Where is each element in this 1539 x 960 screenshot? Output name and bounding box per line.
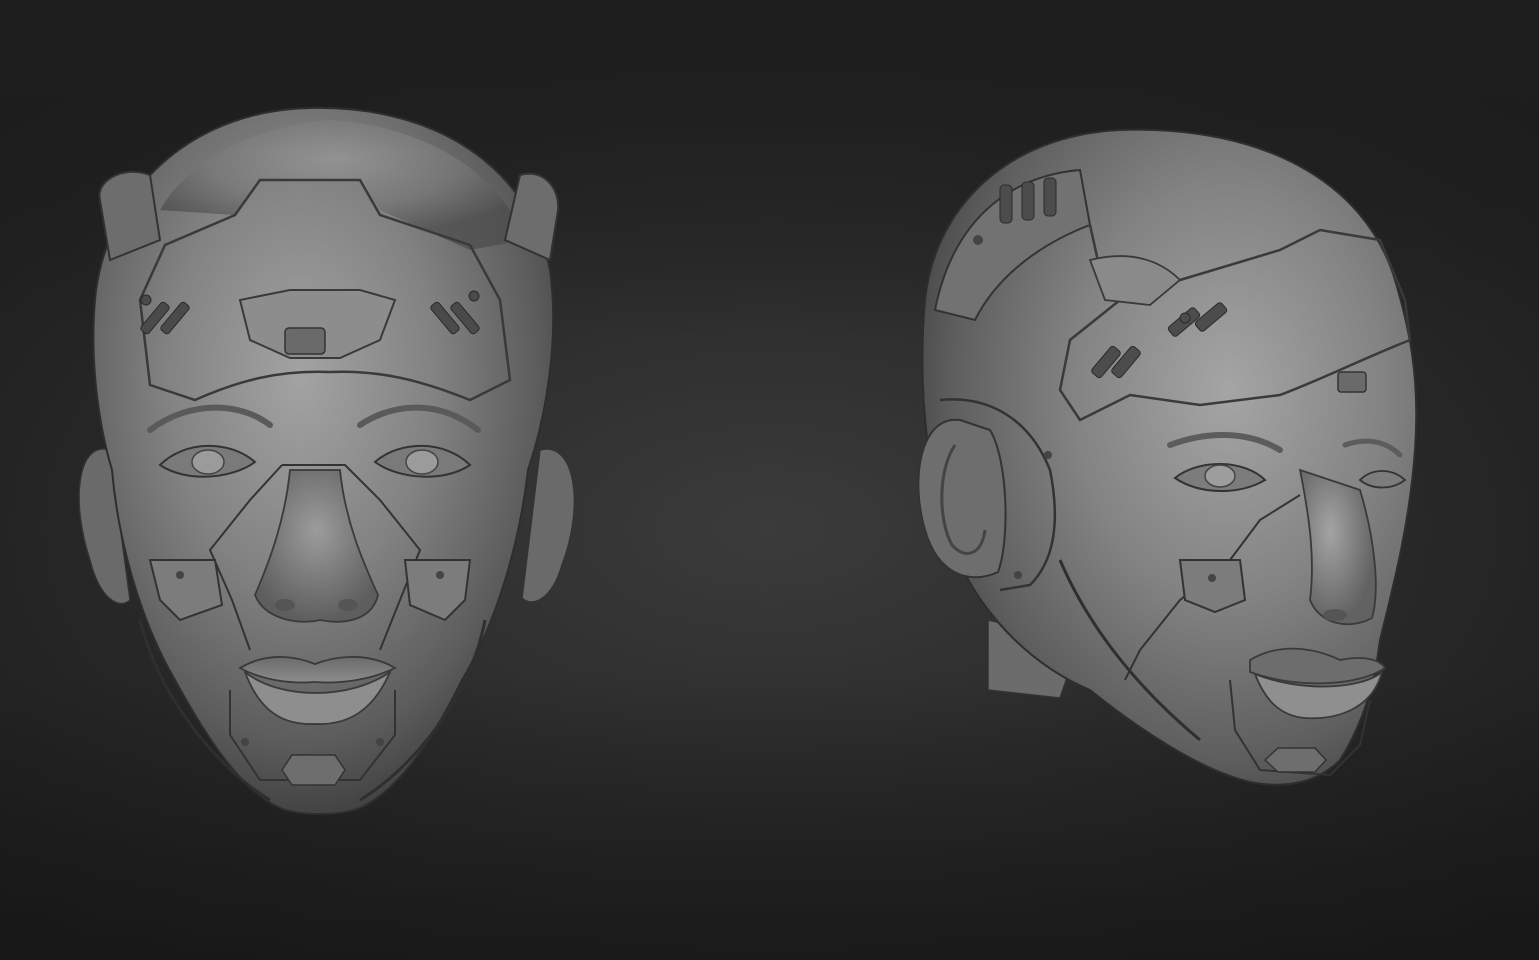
cyborg-head-three-quarter (917, 128, 1418, 786)
nostril (1323, 609, 1347, 621)
three-quarter-view-render (760, 0, 1539, 960)
right-nostril (338, 599, 358, 611)
ear-rivet-bottom (1014, 571, 1022, 579)
chin-rivet-right (376, 738, 384, 746)
right-ear (521, 448, 576, 603)
chin-emblem (281, 754, 346, 786)
chin-rivet-left (241, 738, 249, 746)
chin-emblem (1263, 747, 1328, 773)
cyborg-head-front (78, 106, 576, 815)
forehead-notch (1337, 371, 1367, 393)
forehead-notch (284, 327, 326, 355)
ear-rivet-top (1044, 451, 1052, 459)
left-nostril (275, 599, 295, 611)
render-canvas (0, 0, 1539, 960)
front-view-render (0, 0, 760, 960)
ear (917, 418, 1007, 579)
